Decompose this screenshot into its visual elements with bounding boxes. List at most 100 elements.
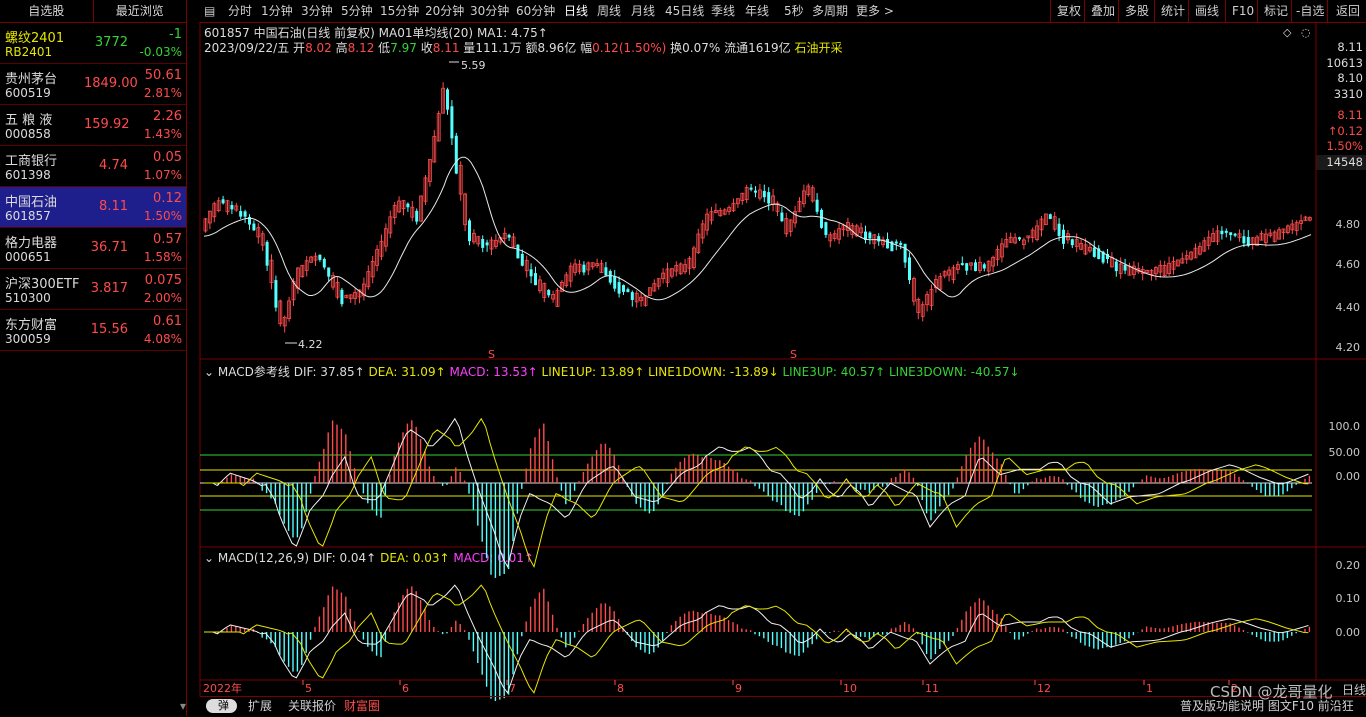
candle-body [982,264,986,269]
candle-body [630,292,634,300]
candle-body [815,199,819,212]
date-tick: 8 [617,682,624,695]
candle-body [974,262,977,271]
macd-tick: 0.20 [1336,559,1361,572]
price-tick: 4.20 [1336,341,1361,354]
dropdown-arrow-icon[interactable]: ▾ [180,697,186,716]
watermark: CSDN @龙哥量化 [1210,683,1333,701]
macd-ref-panel [204,417,1311,578]
date-tick: 9 [735,682,742,695]
macd-ref-tick: 0.00 [1336,470,1361,483]
candle-body [877,236,881,242]
candle-body [626,289,630,293]
sell-signal: S [790,348,797,361]
candle-body [1220,230,1224,235]
candle-body [903,243,907,263]
tab-extend[interactable]: 扩展 [248,697,272,716]
candle-body [1224,230,1228,233]
candle-body [406,203,410,208]
candle-body [221,199,225,204]
price-tick: 4.60 [1336,258,1361,271]
candle-body [547,289,551,296]
candle-body [230,204,234,210]
candle-body [1233,233,1237,236]
candle-body [824,222,828,235]
candle-body [243,211,247,217]
candle-body [622,285,625,292]
candle-body [820,209,823,228]
candle-body [485,242,489,246]
price-tick: 4.40 [1336,301,1361,314]
candle-body [894,241,898,244]
candle-body [446,89,449,110]
candle-body [529,269,533,277]
date-tick: 1 [1146,682,1153,695]
candle-body [908,257,911,281]
tab-related-quotes[interactable]: 关联报价 [288,697,336,716]
dea-line [204,584,1309,694]
dif-line [204,417,1309,569]
candle-body [604,267,608,276]
high-annotation: 5.59 [461,59,486,72]
date-tick: 11 [925,682,939,695]
popup-toggle[interactable]: 弹 [206,699,237,713]
candle-body [340,289,344,305]
candle-body [1057,223,1061,236]
candle-body [1123,264,1127,271]
candle-body [965,263,969,271]
candle-body [613,276,617,289]
macd-tick: 0.00 [1336,626,1361,639]
candle-body [520,253,524,266]
candle-body [754,190,757,193]
candle-body [1114,261,1118,272]
candle-body [780,212,784,222]
macd-tick: 0.10 [1336,592,1361,605]
date-tick: 2022年 [203,681,242,695]
date-tick: 6 [402,682,409,695]
dif-line [204,584,1309,694]
candle-body [608,271,612,283]
candle-body [415,210,419,222]
candle-body [868,232,872,239]
candle-body [481,239,485,248]
candle-body [1048,214,1052,219]
candle-body [617,282,621,294]
candle-body [318,254,322,260]
date-tick: 7 [509,682,516,695]
period-indicator: 日线 [1342,683,1366,697]
candle-body [767,192,771,204]
price-tick: 4.80 [1336,218,1361,231]
candle-body [1229,232,1233,236]
candle-body [322,258,326,268]
macd-ref-tick: 100.0 [1329,420,1361,433]
dea-line [204,417,1309,569]
candle-body [450,106,454,139]
candle-body [454,135,458,174]
chart-canvas[interactable]: 4.80 4.60 4.40 4.20 100.0 50.00 0.00 0.2… [0,0,1366,716]
date-tick: 12 [1037,682,1051,695]
candle-body [1018,237,1021,240]
macd-ref-tick: 50.00 [1329,446,1361,459]
candle-body [534,273,537,286]
candle-body [252,223,256,231]
date-tick: 10 [843,682,857,695]
tab-wealth-circle[interactable]: 财富圈 [344,697,380,716]
candle-body [1242,236,1246,244]
low-annotation: 4.22 [298,338,323,351]
sell-signal: S [488,348,495,361]
candle-body [582,264,586,273]
candle-body [468,220,471,242]
candle-body [960,263,964,266]
candle-body [327,267,331,277]
candle-body [507,234,511,238]
candle-body [516,244,520,259]
candle-body [1070,239,1074,246]
date-axis: 2022年 5 6 7 8 9 10 11 12 1 2 [203,681,1238,695]
candle-body [762,190,766,198]
date-tick: 5 [305,682,312,695]
candle-body [239,211,243,217]
candle-body [899,242,903,245]
candle-body [265,241,269,266]
candle-body [749,187,753,190]
candle-body [1092,247,1096,257]
